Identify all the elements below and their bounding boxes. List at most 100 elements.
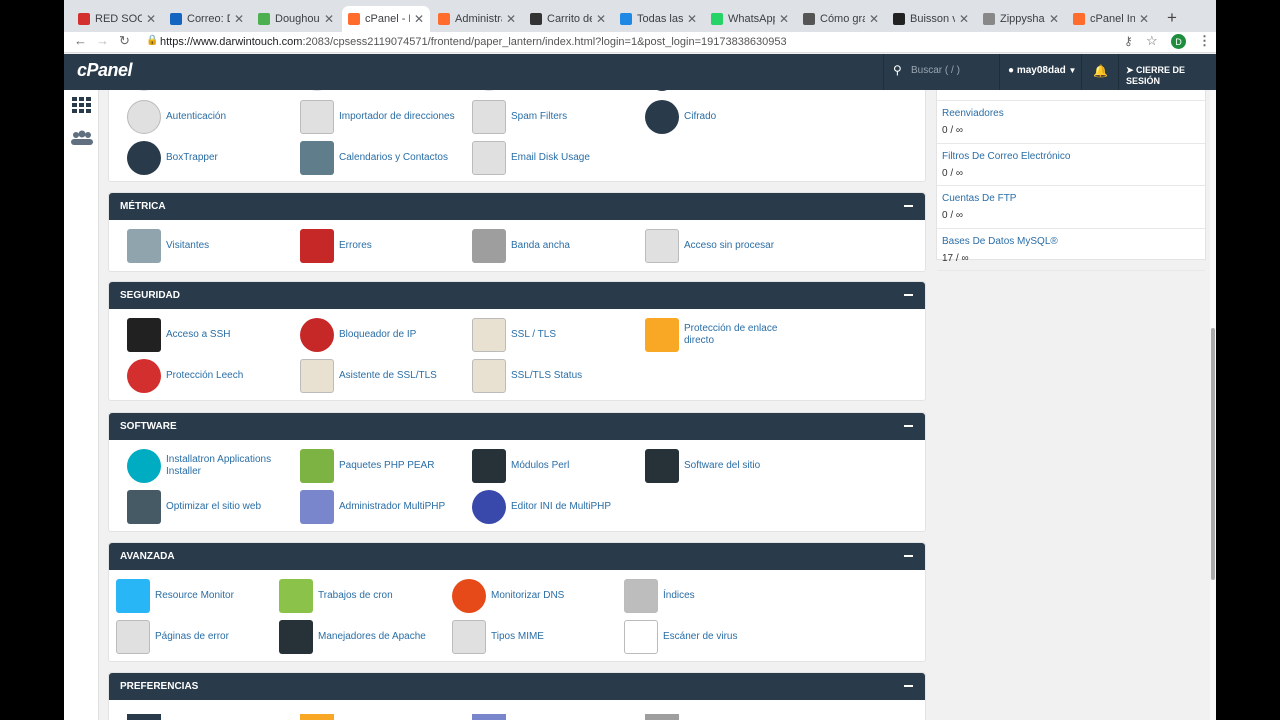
panel-header[interactable]: MÉTRICA <box>109 193 925 220</box>
browser-tab[interactable]: Zippyshare ✕ <box>977 6 1065 32</box>
feature-item[interactable]: Errores <box>300 229 372 263</box>
browser-menu-icon[interactable]: ⋮ <box>1198 33 1211 49</box>
feature-item[interactable]: Asistente de SSL/TLS <box>300 359 437 393</box>
feature-item[interactable]: Índices <box>624 579 695 613</box>
tab-close-icon[interactable]: ✕ <box>324 12 334 26</box>
browser-tab[interactable]: Cómo grab ✕ <box>797 6 885 32</box>
tab-close-icon[interactable]: ✕ <box>146 12 156 26</box>
feature-item[interactable]: SSL/TLS Status <box>472 359 582 393</box>
feature-item[interactable]: Paquetes PHP PEAR <box>300 449 434 483</box>
feature-item[interactable]: Escáner de virus <box>624 620 737 654</box>
feature-item[interactable]: Resource Monitor <box>116 579 234 613</box>
panel-header[interactable]: SOFTWARE <box>109 413 925 440</box>
feature-item[interactable]: Editor INI de MultiPHP <box>472 490 611 524</box>
tab-close-icon[interactable]: ✕ <box>1139 12 1149 26</box>
browser-tab[interactable]: Carrito de c ✕ <box>524 6 612 32</box>
feature-item[interactable]: Optimizar el sitio web <box>127 490 261 524</box>
feature-item[interactable]: Protección de enlace directo <box>645 318 804 352</box>
collapse-icon[interactable] <box>904 294 913 296</box>
tab-strip: RED SOCIAL✕Correo: DAR✕Doughouz P✕cPanel… <box>64 0 1216 32</box>
stat-name[interactable]: Filtros De Correo Electrónico <box>942 151 1200 162</box>
tab-favicon-icon <box>620 13 632 25</box>
profile-avatar[interactable]: D <box>1171 34 1186 49</box>
feature-item[interactable]: Spam Filters <box>472 100 567 134</box>
cpanel-logo[interactable]: cPanel <box>77 60 133 81</box>
tab-close-icon[interactable]: ✕ <box>779 12 789 26</box>
browser-tab[interactable]: Administrad ✕ <box>432 6 522 32</box>
panel-header[interactable]: AVANZADA <box>109 543 925 570</box>
tab-close-icon[interactable]: ✕ <box>506 12 516 26</box>
browser-tab[interactable]: WhatsApp ✕ <box>705 6 795 32</box>
collapse-icon[interactable] <box>904 425 913 427</box>
browser-tab[interactable]: RED SOCIAL ✕ <box>72 6 162 32</box>
feature-label: Importador de direcciones <box>339 111 455 122</box>
feature-item[interactable]: SSL / TLS <box>472 318 556 352</box>
feature-item[interactable]: Monitorizar DNS <box>452 579 564 613</box>
tab-close-icon[interactable]: ✕ <box>596 12 606 26</box>
reload-icon[interactable]: ↻ <box>119 33 130 49</box>
tab-favicon-icon <box>170 13 182 25</box>
collapse-icon[interactable] <box>904 205 913 207</box>
feature-item[interactable]: Banda ancha <box>472 229 570 263</box>
scrollbar-thumb[interactable] <box>1211 328 1215 580</box>
feature-label: Tipos MIME <box>491 631 544 642</box>
multiphp-icon <box>300 490 334 524</box>
grid-apps-icon[interactable] <box>72 97 92 113</box>
panel-header[interactable]: SEGURIDAD <box>109 282 925 309</box>
url-field[interactable]: https://www.darwintouch.com:2083/cpsess2… <box>160 36 787 48</box>
feature-label: Editor INI de MultiPHP <box>511 501 612 512</box>
feature-item[interactable]: Software del sitio <box>645 449 760 483</box>
feature-item[interactable]: Protección Leech <box>127 359 243 393</box>
tab-close-icon[interactable]: ✕ <box>687 12 697 26</box>
new-tab-button[interactable]: + <box>1167 8 1177 28</box>
forward-icon[interactable]: → <box>96 33 109 48</box>
bookmark-star-icon[interactable]: ☆ <box>1146 33 1158 49</box>
feature-item[interactable]: Cifrado <box>645 100 716 134</box>
search-input[interactable]: Buscar ( / ) <box>911 65 960 76</box>
stat-name[interactable]: Bases De Datos MySQL® <box>942 236 1200 247</box>
feature-item[interactable]: Installatron Applications Installer <box>127 449 286 483</box>
feature-item[interactable]: Email Disk Usage <box>472 141 590 175</box>
feature-item[interactable]: Módulos Perl <box>472 449 569 483</box>
feature-item[interactable]: Visitantes <box>127 229 209 263</box>
stat-name[interactable]: Cuentas De FTP <box>942 193 1200 204</box>
feature-item[interactable]: Páginas de error <box>116 620 229 654</box>
scrollbar[interactable] <box>1210 90 1216 720</box>
browser-tab[interactable]: cPanel Inici ✕ <box>1067 6 1155 32</box>
tab-close-icon[interactable]: ✕ <box>869 12 879 26</box>
feature-item[interactable]: BoxTrapper <box>127 141 218 175</box>
tab-favicon-icon <box>438 13 450 25</box>
key-icon[interactable]: ⚷ <box>1124 34 1133 48</box>
feature-item[interactable]: Calendarios y Contactos <box>300 141 448 175</box>
notifications-bell-icon[interactable]: 🔔 <box>1093 64 1108 78</box>
tab-close-icon[interactable]: ✕ <box>234 12 244 26</box>
feature-item[interactable]: Acceso a SSH <box>127 318 230 352</box>
feature-item[interactable]: Acceso sin procesar <box>645 229 774 263</box>
browser-tab[interactable]: cPanel - Pri ✕ <box>342 6 430 32</box>
stat-name[interactable]: Reenviadores <box>942 108 1200 119</box>
feature-item[interactable]: Administrador MultiPHP <box>300 490 445 524</box>
browser-tab[interactable]: Todas las a ✕ <box>614 6 703 32</box>
tab-close-icon[interactable]: ✕ <box>959 12 969 26</box>
browser-tab[interactable]: Correo: DAR ✕ <box>164 6 250 32</box>
stop-hand-icon <box>127 359 161 393</box>
collapse-icon[interactable] <box>904 555 913 557</box>
tab-close-icon[interactable]: ✕ <box>1049 12 1059 26</box>
partial-icon <box>476 90 502 91</box>
back-icon[interactable]: ← <box>74 33 87 48</box>
feature-item[interactable]: Importador de direcciones <box>300 100 455 134</box>
panel-header[interactable]: PREFERENCIAS <box>109 673 925 700</box>
feature-item[interactable]: Tipos MIME <box>452 620 544 654</box>
tab-favicon-icon <box>78 13 90 25</box>
feature-item[interactable]: Bloqueador de IP <box>300 318 416 352</box>
feature-item[interactable]: Manejadores de Apache <box>279 620 426 654</box>
browser-tab[interactable]: Doughouz P ✕ <box>252 6 340 32</box>
collapse-icon[interactable] <box>904 685 913 687</box>
feature-item[interactable]: Autenticación <box>127 100 226 134</box>
user-menu[interactable]: ● may08dad ▼ <box>1008 65 1076 76</box>
browser-tab[interactable]: Buisson v1. ✕ <box>887 6 975 32</box>
logout-button[interactable]: ➤ CIERRE DE SESIÓN <box>1126 65 1216 86</box>
feature-item[interactable]: Trabajos de cron <box>279 579 393 613</box>
tab-close-icon[interactable]: ✕ <box>414 12 424 26</box>
users-icon[interactable] <box>70 130 94 146</box>
